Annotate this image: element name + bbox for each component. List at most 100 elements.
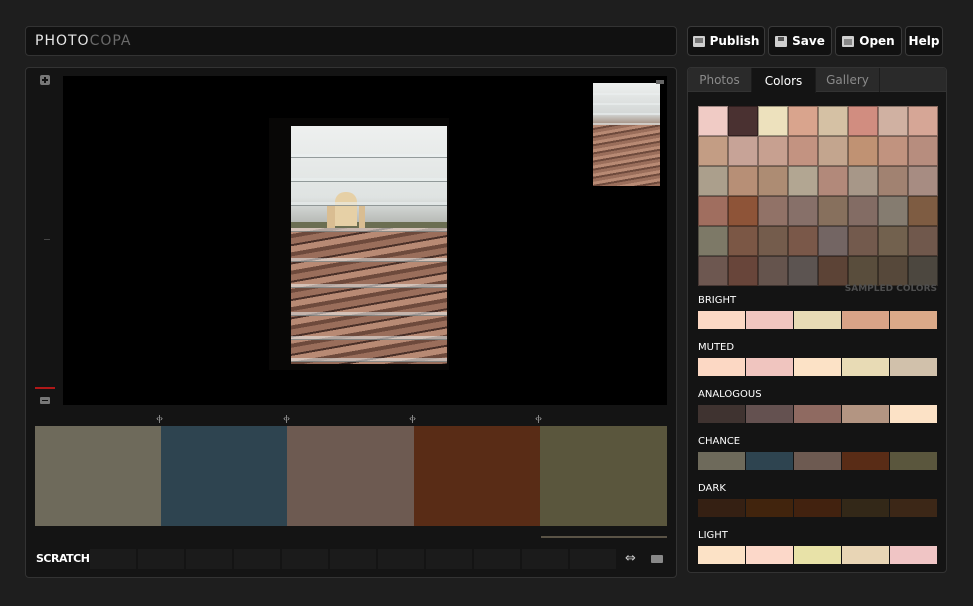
scratch-slot[interactable]	[378, 549, 425, 569]
photo-canvas[interactable]	[63, 76, 667, 405]
help-button[interactable]: Help	[905, 26, 943, 56]
sampled-color-cell[interactable]	[758, 256, 788, 286]
sampled-color-cell[interactable]	[758, 166, 788, 196]
sampled-color-cell[interactable]	[788, 226, 818, 256]
sampled-color-cell[interactable]	[758, 226, 788, 256]
palette-row[interactable]	[698, 546, 937, 564]
palette-swatch[interactable]	[698, 358, 745, 376]
palette-swatch[interactable]	[842, 311, 889, 329]
swatch-divider-handle[interactable]: ‹|›	[409, 414, 416, 423]
scratch-slot[interactable]	[138, 549, 185, 569]
sampled-color-cell[interactable]	[908, 106, 938, 136]
palette-row[interactable]	[698, 405, 937, 423]
swatch-divider-handle[interactable]: ‹|›	[535, 414, 542, 423]
palette-swatch[interactable]	[890, 358, 937, 376]
sampled-color-cell[interactable]	[698, 106, 728, 136]
palette-swatch[interactable]	[842, 452, 889, 470]
palette-swatch[interactable]	[746, 358, 793, 376]
palette-swatch[interactable]	[794, 499, 841, 517]
main-photo[interactable]	[291, 126, 447, 364]
sampled-color-cell[interactable]	[908, 226, 938, 256]
palette-swatch[interactable]	[890, 311, 937, 329]
sampled-color-cell[interactable]	[878, 166, 908, 196]
sampled-color-cell[interactable]	[788, 166, 818, 196]
tab-colors[interactable]: Colors	[752, 68, 816, 93]
scratch-slot[interactable]	[330, 549, 377, 569]
sampled-color-cell[interactable]	[788, 106, 818, 136]
open-button[interactable]: Open	[835, 26, 902, 56]
main-color-swatch[interactable]	[161, 426, 287, 526]
palette-swatch[interactable]	[842, 358, 889, 376]
palette-swatch[interactable]	[746, 311, 793, 329]
palette-swatch[interactable]	[794, 405, 841, 423]
palette-swatch[interactable]	[842, 546, 889, 564]
palette-swatch[interactable]	[842, 499, 889, 517]
zoom-out-icon[interactable]	[40, 397, 50, 404]
sampled-color-cell[interactable]	[848, 166, 878, 196]
sampled-color-cell[interactable]	[878, 196, 908, 226]
sampled-color-cell[interactable]	[818, 196, 848, 226]
scratch-slot[interactable]	[474, 549, 521, 569]
scratch-slot[interactable]	[522, 549, 569, 569]
palette-swatch[interactable]	[890, 452, 937, 470]
palette-row[interactable]	[698, 452, 937, 470]
palette-swatch[interactable]	[746, 499, 793, 517]
tab-photos[interactable]: Photos	[688, 68, 752, 92]
main-color-swatch[interactable]	[35, 426, 161, 526]
swap-icon[interactable]: ⇔	[625, 552, 636, 565]
save-button[interactable]: Save	[768, 26, 832, 56]
sampled-color-cell[interactable]	[698, 166, 728, 196]
palette-swatch[interactable]	[698, 499, 745, 517]
palette-swatch[interactable]	[794, 546, 841, 564]
palette-swatch[interactable]	[794, 358, 841, 376]
sampled-color-cell[interactable]	[878, 226, 908, 256]
sampled-color-cell[interactable]	[728, 136, 758, 166]
swatch-divider-handle[interactable]: ‹|›	[283, 414, 290, 423]
main-color-swatch[interactable]	[540, 426, 667, 526]
palette-row[interactable]	[698, 499, 937, 517]
tab-gallery[interactable]: Gallery	[816, 68, 880, 92]
palette-swatch[interactable]	[890, 546, 937, 564]
zoom-track[interactable]	[44, 239, 50, 240]
sampled-color-cell[interactable]	[698, 226, 728, 256]
scratch-slot[interactable]	[186, 549, 233, 569]
palette-swatch[interactable]	[698, 452, 745, 470]
sampled-color-cell[interactable]	[758, 196, 788, 226]
sampled-color-cell[interactable]	[728, 196, 758, 226]
sampled-color-cell[interactable]	[848, 256, 878, 286]
palette-swatch[interactable]	[698, 405, 745, 423]
palette-swatch[interactable]	[698, 311, 745, 329]
scratch-slot[interactable]	[282, 549, 329, 569]
sampled-color-cell[interactable]	[908, 196, 938, 226]
palette-row[interactable]	[698, 358, 937, 376]
swatch-divider-handle[interactable]: ‹|›	[156, 414, 163, 423]
zoom-indicator[interactable]	[35, 387, 55, 389]
publish-button[interactable]: Publish	[687, 26, 765, 56]
sampled-color-cell[interactable]	[818, 106, 848, 136]
palette-swatch[interactable]	[746, 452, 793, 470]
thumbnail-toggle-button[interactable]	[656, 80, 664, 84]
sampled-color-cell[interactable]	[818, 166, 848, 196]
palette-swatch[interactable]	[842, 405, 889, 423]
sampled-color-cell[interactable]	[878, 106, 908, 136]
sampled-color-cell[interactable]	[878, 136, 908, 166]
sampled-color-cell[interactable]	[728, 106, 758, 136]
sampled-color-cell[interactable]	[758, 106, 788, 136]
scratch-slot[interactable]	[234, 549, 281, 569]
sampled-color-cell[interactable]	[728, 226, 758, 256]
main-color-swatch[interactable]	[287, 426, 414, 526]
sampled-color-cell[interactable]	[788, 196, 818, 226]
sampled-color-cell[interactable]	[848, 196, 878, 226]
zoom-in-icon[interactable]	[40, 75, 50, 85]
scratch-slot[interactable]	[90, 549, 137, 569]
palette-swatch[interactable]	[698, 546, 745, 564]
sampled-color-cell[interactable]	[908, 256, 938, 286]
sampled-color-cell[interactable]	[698, 136, 728, 166]
palette-swatch[interactable]	[890, 405, 937, 423]
sampled-color-cell[interactable]	[698, 256, 728, 286]
palette-row[interactable]	[698, 311, 937, 329]
sampled-color-cell[interactable]	[818, 226, 848, 256]
scratch-slot[interactable]	[570, 549, 617, 569]
palette-swatch[interactable]	[746, 546, 793, 564]
sampled-color-cell[interactable]	[878, 256, 908, 286]
